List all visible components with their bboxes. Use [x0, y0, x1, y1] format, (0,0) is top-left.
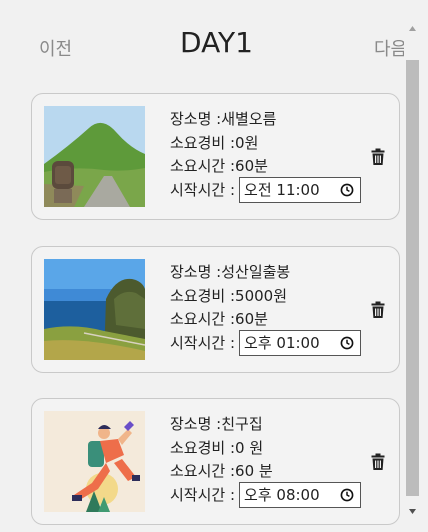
vertical-scrollbar[interactable]	[404, 20, 421, 520]
start-time-value: 오후 01:00	[244, 333, 320, 352]
start-time-value: 오전 11:00	[244, 180, 320, 199]
place-photo	[44, 259, 145, 360]
duration-row: 소요시간 : 60 분	[170, 460, 361, 484]
scroll-up-arrow-icon[interactable]	[404, 20, 421, 37]
cost-row: 소요경비 : 0원	[170, 132, 361, 156]
start-time-value: 오후 08:00	[244, 485, 320, 504]
duration-row: 소요시간 : 60분	[170, 155, 361, 179]
duration-value: 60 분	[235, 462, 273, 480]
start-time-input[interactable]: 오후 01:00	[239, 330, 362, 357]
duration-label: 소요시간 :	[170, 310, 236, 328]
start-label: 시작시간 :	[170, 333, 236, 352]
start-label: 시작시간 :	[170, 485, 236, 504]
place-name: 성산일출봉	[221, 263, 291, 281]
place-label: 장소명 :	[170, 110, 222, 128]
oreum-landscape-photo	[44, 106, 145, 207]
start-time-input[interactable]: 오후 08:00	[239, 482, 362, 509]
cost-value: 0 원	[235, 438, 264, 457]
day-header: 이전 DAY1 다음	[0, 0, 407, 80]
start-time-input[interactable]: 오전 11:00	[239, 177, 362, 204]
cost-label: 소요경비 :	[170, 133, 236, 152]
delete-icon[interactable]	[371, 453, 385, 471]
clock-icon[interactable]	[340, 488, 354, 502]
page-title: DAY1	[180, 26, 253, 59]
place-name: 새별오름	[221, 110, 277, 128]
duration-value: 60분	[235, 157, 268, 175]
seongsan-coast-photo	[44, 259, 145, 360]
cost-row: 소요경비 : 0 원	[170, 437, 361, 461]
scrollbar-thumb[interactable]	[406, 60, 419, 496]
cost-value: 5000원	[235, 286, 288, 305]
hiker-illustration	[44, 411, 145, 512]
place-name-row: 장소명 : 친구집	[170, 413, 361, 437]
place-name-row: 장소명 : 성산일출봉	[170, 261, 361, 285]
duration-label: 소요시간 :	[170, 157, 236, 175]
cost-label: 소요경비 :	[170, 438, 236, 457]
start-label: 시작시간 :	[170, 180, 236, 199]
place-info: 장소명 : 성산일출봉 소요경비 : 5000원 소요시간 : 60분 시작시간…	[170, 261, 362, 357]
place-photo	[44, 106, 145, 207]
place-name: 친구집	[221, 415, 263, 433]
cost-row: 소요경비 : 5000원	[170, 285, 361, 309]
place-info: 장소명 : 새별오름 소요경비 : 0원 소요시간 : 60분 시작시간 : 오…	[170, 108, 362, 204]
start-time-row: 시작시간 : 오후 08:00	[170, 482, 362, 509]
schedule-card: 장소명 : 새별오름 소요경비 : 0원 소요시간 : 60분 시작시간 : 오…	[31, 93, 400, 220]
prev-day-button[interactable]: 이전	[39, 35, 72, 61]
duration-label: 소요시간 :	[170, 462, 236, 480]
place-label: 장소명 :	[170, 263, 222, 281]
duration-value: 60분	[235, 310, 268, 328]
next-day-button[interactable]: 다음	[374, 35, 407, 61]
scroll-down-arrow-icon[interactable]	[404, 503, 421, 520]
place-info: 장소명 : 친구집 소요경비 : 0 원 소요시간 : 60 분 시작시간 : …	[170, 413, 362, 509]
clock-icon[interactable]	[340, 183, 354, 197]
place-photo	[44, 411, 145, 512]
start-time-row: 시작시간 : 오전 11:00	[170, 177, 362, 204]
schedule-card: 장소명 : 친구집 소요경비 : 0 원 소요시간 : 60 분 시작시간 : …	[31, 398, 400, 525]
schedule-card: 장소명 : 성산일출봉 소요경비 : 5000원 소요시간 : 60분 시작시간…	[31, 246, 400, 373]
cost-label: 소요경비 :	[170, 286, 236, 305]
delete-icon[interactable]	[371, 148, 385, 166]
duration-row: 소요시간 : 60분	[170, 308, 361, 332]
delete-icon[interactable]	[371, 301, 385, 319]
start-time-row: 시작시간 : 오후 01:00	[170, 330, 362, 357]
clock-icon[interactable]	[340, 336, 354, 350]
cost-value: 0원	[235, 133, 259, 152]
place-name-row: 장소명 : 새별오름	[170, 108, 361, 132]
place-label: 장소명 :	[170, 415, 222, 433]
